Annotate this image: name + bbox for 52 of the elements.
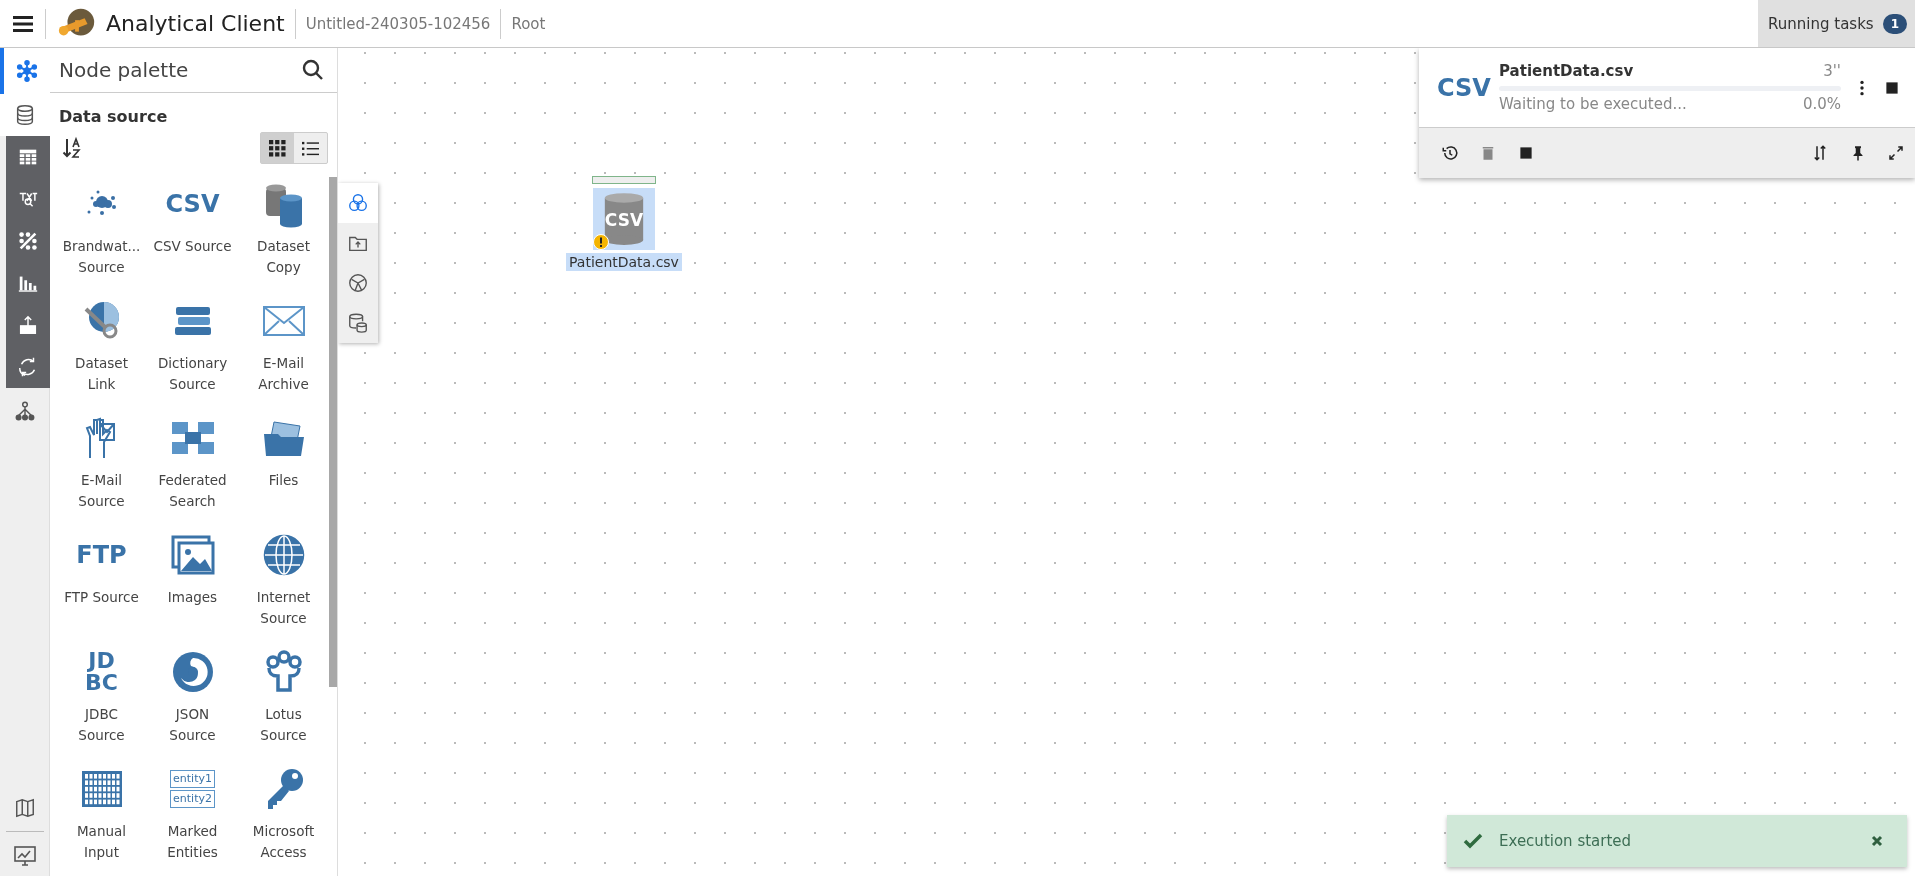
toast-message: Execution started bbox=[1499, 832, 1633, 850]
node-name: PatientData.csv bbox=[566, 253, 682, 271]
csv-node[interactable]: CSV bbox=[592, 188, 655, 250]
section-title: Data source bbox=[59, 107, 168, 126]
node-label: Dataset Copy bbox=[256, 237, 311, 277]
search-icon[interactable] bbox=[301, 58, 325, 82]
history-icon[interactable] bbox=[1441, 144, 1459, 162]
source-logo-icon[interactable]: CSV bbox=[165, 180, 220, 228]
progress-percent: 0.0% bbox=[1802, 95, 1841, 113]
breadcrumb-link[interactable]: Root bbox=[511, 14, 546, 33]
venn-circles-icon[interactable] bbox=[338, 183, 378, 223]
running-tasks-button[interactable]: Running tasks 1 bbox=[1758, 0, 1915, 47]
node-label: Images bbox=[166, 588, 219, 607]
list-icon[interactable] bbox=[302, 139, 319, 157]
node-label: Manual Input bbox=[75, 822, 128, 862]
node-label: Lotus Source bbox=[259, 705, 308, 745]
map-icon[interactable] bbox=[13, 797, 36, 819]
node-label: E-Mail Source bbox=[77, 471, 126, 511]
checkmark-icon bbox=[1463, 833, 1483, 849]
elapsed-time: 3'' bbox=[1823, 62, 1841, 80]
node-label: Federated Search bbox=[157, 471, 228, 511]
grid-view-toggle[interactable] bbox=[261, 133, 294, 163]
stop-icon[interactable] bbox=[1517, 144, 1535, 162]
node-label: Brandwat... Source bbox=[61, 237, 142, 277]
network-icon[interactable] bbox=[13, 400, 36, 422]
palette-title: Node palette bbox=[59, 58, 189, 82]
task-name: PatientData.csv bbox=[1499, 62, 1634, 80]
node-label: Marked Entities bbox=[166, 822, 219, 862]
node-label: FTP Source bbox=[63, 588, 140, 607]
node-label: JSON Source bbox=[168, 705, 217, 745]
close-icon[interactable] bbox=[1871, 835, 1883, 847]
menu-icon[interactable] bbox=[13, 15, 33, 32]
node-label: Internet Source bbox=[255, 588, 312, 628]
app-title: Analytical Client bbox=[106, 11, 285, 36]
node-label: Files bbox=[267, 471, 300, 490]
node-label: Dataset Link bbox=[74, 354, 129, 394]
snowflake-icon[interactable] bbox=[15, 60, 38, 82]
document-name[interactable]: Untitled-240305-102456 bbox=[305, 14, 491, 33]
node-label: Dictionary Source bbox=[156, 354, 229, 394]
source-logo-icon[interactable]: FTP bbox=[76, 531, 127, 579]
scrollbar[interactable] bbox=[329, 177, 337, 687]
task-status: Waiting to be executed... bbox=[1499, 95, 1687, 113]
expand-icon[interactable] bbox=[1887, 144, 1905, 162]
grid-icon[interactable] bbox=[269, 139, 286, 157]
node-label: E-Mail Archive bbox=[257, 354, 310, 394]
task-count-badge: 1 bbox=[1882, 13, 1907, 34]
node-label: JDBC Source bbox=[77, 705, 126, 745]
sort-alphabetical-icon[interactable] bbox=[62, 136, 82, 160]
source-logo-icon[interactable]: JD BC bbox=[85, 648, 118, 696]
node-label: Microsoft Access bbox=[251, 822, 316, 862]
dashboard-monitor-icon[interactable] bbox=[12, 844, 37, 868]
node-label: CSV Source bbox=[152, 237, 233, 256]
